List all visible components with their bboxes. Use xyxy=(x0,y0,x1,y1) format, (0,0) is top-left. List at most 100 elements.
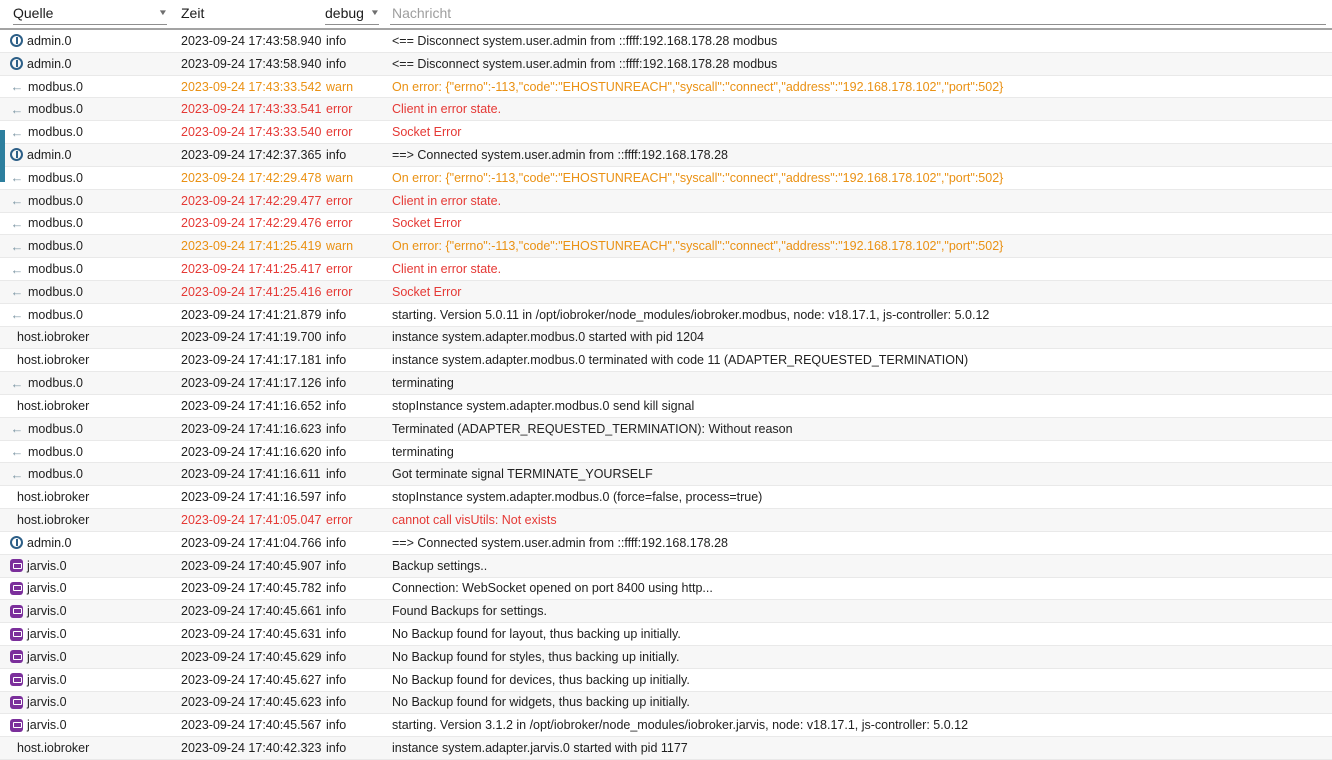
log-message: On error: {"errno":-113,"code":"EHOSTUNR… xyxy=(392,239,1004,254)
log-row[interactable]: jarvis.0 2023-09-24 17:40:45.661 info Found… xyxy=(0,600,1332,624)
log-row[interactable]: host.iobroker 2023-09-24 17:41:16.652 info… xyxy=(0,395,1332,418)
log-timestamp: 2023-09-24 17:41:25.419 xyxy=(181,239,322,254)
log-row[interactable]: host.iobroker 2023-09-24 17:40:42.323 info… xyxy=(0,737,1332,760)
log-timestamp: 2023-09-24 17:42:37.365 xyxy=(181,147,322,162)
modbus-adapter-icon: ← xyxy=(10,79,24,94)
log-severity: error xyxy=(326,284,353,299)
log-message: starting. Version 5.0.11 in /opt/iobroke… xyxy=(392,307,990,322)
log-severity: error xyxy=(326,216,353,231)
log-row[interactable]: ← modbus.0 2023-09-24 17:42:29.476 error Soc… xyxy=(0,212,1332,236)
log-row[interactable]: ← modbus.0 2023-09-24 17:41:16.623 info Term… xyxy=(0,417,1332,441)
log-source-cell: ← modbus.0 xyxy=(10,239,178,253)
log-row[interactable]: host.iobroker 2023-09-24 17:41:19.700 info… xyxy=(0,326,1332,350)
modbus-adapter-icon: ← xyxy=(10,216,24,231)
log-row[interactable]: ← modbus.0 2023-09-24 17:41:21.879 info star… xyxy=(0,303,1332,327)
log-row[interactable]: jarvis.0 2023-09-24 17:40:45.782 info Conne… xyxy=(0,577,1332,601)
log-message: stopInstance system.adapter.modbus.0 sen… xyxy=(392,398,695,413)
log-severity: error xyxy=(326,262,353,277)
modbus-adapter-icon: ← xyxy=(10,307,24,322)
log-source-label: modbus.0 xyxy=(28,284,83,299)
log-source-cell: host.iobroker xyxy=(10,490,178,504)
message-column-header: Nachricht xyxy=(390,5,1332,28)
log-row[interactable]: ← modbus.0 2023-09-24 17:41:25.417 error Cli… xyxy=(0,258,1332,281)
log-source-label: admin.0 xyxy=(27,535,72,550)
jarvis-adapter-icon xyxy=(10,695,23,709)
log-source-label: jarvis.0 xyxy=(27,581,67,596)
log-row[interactable]: ← modbus.0 2023-09-24 17:43:33.541 error Cli… xyxy=(0,98,1332,122)
log-row[interactable]: admin.0 2023-09-24 17:43:58.940 info <== Di… xyxy=(0,30,1332,53)
modbus-adapter-icon: ← xyxy=(10,102,24,117)
log-timestamp: 2023-09-24 17:41:16.623 xyxy=(181,421,322,436)
log-severity: info xyxy=(326,307,347,322)
log-message: terminating xyxy=(392,444,454,459)
log-row[interactable]: host.iobroker 2023-09-24 17:41:16.597 info… xyxy=(0,486,1332,510)
log-row[interactable]: host.iobroker 2023-09-24 17:41:17.181 info… xyxy=(0,349,1332,373)
log-timestamp: 2023-09-24 17:40:45.631 xyxy=(181,627,322,642)
log-row[interactable]: ← modbus.0 2023-09-24 17:41:17.126 info term… xyxy=(0,372,1332,395)
log-source-cell: jarvis.0 xyxy=(10,559,178,573)
log-severity: error xyxy=(326,102,353,117)
log-timestamp: 2023-09-24 17:43:58.940 xyxy=(181,56,322,71)
log-source-cell: ← modbus.0 xyxy=(10,376,178,390)
log-source-cell: ← modbus.0 xyxy=(10,171,178,185)
log-source-label: jarvis.0 xyxy=(27,627,67,642)
log-severity: info xyxy=(326,604,347,619)
log-row[interactable]: ← modbus.0 2023-09-24 17:41:16.620 info term… xyxy=(0,440,1332,464)
log-message: cannot call visUtils: Not exists xyxy=(392,512,557,527)
log-row[interactable]: jarvis.0 2023-09-24 17:40:45.623 info No Ba… xyxy=(0,691,1332,715)
log-row[interactable]: admin.0 2023-09-24 17:41:04.766 info ==> Co… xyxy=(0,531,1332,555)
log-row[interactable]: jarvis.0 2023-09-24 17:40:45.627 info No Ba… xyxy=(0,668,1332,692)
log-source-label: modbus.0 xyxy=(28,376,83,391)
log-severity: info xyxy=(326,741,347,756)
modbus-adapter-icon: ← xyxy=(10,193,24,208)
jarvis-adapter-icon xyxy=(10,559,23,573)
log-rows: admin.0 2023-09-24 17:43:58.940 info <== Di… xyxy=(0,30,1332,760)
log-row[interactable]: ← modbus.0 2023-09-24 17:43:33.540 error Soc… xyxy=(0,121,1332,145)
log-source-label: host.iobroker xyxy=(17,512,90,527)
modbus-adapter-icon: ← xyxy=(10,262,24,277)
log-row[interactable]: jarvis.0 2023-09-24 17:40:45.907 info Backu… xyxy=(0,554,1332,578)
log-row[interactable]: ← modbus.0 2023-09-24 17:42:29.478 warn On e… xyxy=(0,166,1332,190)
log-severity: error xyxy=(326,125,353,140)
log-severity: info xyxy=(326,718,347,733)
source-filter-select[interactable]: Quelle ▼ xyxy=(13,5,168,25)
log-timestamp: 2023-09-24 17:41:19.700 xyxy=(181,330,322,345)
log-source-label: modbus.0 xyxy=(28,307,83,322)
log-severity: warn xyxy=(326,239,354,254)
log-message: No Backup found for layout, thus backing… xyxy=(392,627,681,642)
log-source-cell: admin.0 xyxy=(10,34,178,48)
log-row[interactable]: ← modbus.0 2023-09-24 17:41:16.611 info Got … xyxy=(0,463,1332,487)
log-source-label: modbus.0 xyxy=(28,79,83,94)
log-row[interactable]: ← modbus.0 2023-09-24 17:41:25.419 warn On e… xyxy=(0,235,1332,259)
log-source-label: jarvis.0 xyxy=(27,604,67,619)
log-row[interactable]: jarvis.0 2023-09-24 17:40:45.629 info No Ba… xyxy=(0,645,1332,669)
log-severity: info xyxy=(326,649,347,664)
log-row[interactable]: ← modbus.0 2023-09-24 17:43:33.542 warn On e… xyxy=(0,75,1332,99)
log-row[interactable]: ← modbus.0 2023-09-24 17:41:25.416 error Soc… xyxy=(0,280,1332,304)
log-message: Found Backups for settings. xyxy=(392,604,547,619)
log-message: instance system.adapter.modbus.0 started… xyxy=(392,330,704,345)
log-row[interactable]: admin.0 2023-09-24 17:42:37.365 info ==> Co… xyxy=(0,144,1332,167)
log-source-label: modbus.0 xyxy=(28,102,83,117)
log-timestamp: 2023-09-24 17:41:25.416 xyxy=(181,284,322,299)
log-row[interactable]: admin.0 2023-09-24 17:43:58.940 info <== Di… xyxy=(0,52,1332,76)
log-source-cell: host.iobroker xyxy=(10,399,178,413)
log-source-cell: jarvis.0 xyxy=(10,673,178,687)
message-filter-input[interactable]: Nachricht xyxy=(390,5,1326,25)
log-row[interactable]: ← modbus.0 2023-09-24 17:42:29.477 error Cli… xyxy=(0,189,1332,213)
severity-filter-select[interactable]: debug ▼ xyxy=(325,5,380,25)
log-row[interactable]: jarvis.0 2023-09-24 17:40:45.631 info No Ba… xyxy=(0,623,1332,646)
log-timestamp: 2023-09-24 17:41:04.766 xyxy=(181,535,322,550)
jarvis-adapter-icon xyxy=(10,627,23,641)
log-row[interactable]: host.iobroker 2023-09-24 17:41:05.047 erro… xyxy=(0,509,1332,532)
log-timestamp: 2023-09-24 17:40:42.323 xyxy=(181,741,322,756)
log-source-cell: ← modbus.0 xyxy=(10,422,178,436)
log-filter-header: Quelle ▼ Zeit debug ▼ Nachricht xyxy=(0,0,1332,30)
log-message: On error: {"errno":-113,"code":"EHOSTUNR… xyxy=(392,79,1004,94)
log-message: Socket Error xyxy=(392,216,462,231)
log-source-cell: ← modbus.0 xyxy=(10,102,178,116)
log-severity: info xyxy=(326,535,347,550)
source-filter-label: Quelle xyxy=(13,5,54,21)
log-source-cell: host.iobroker xyxy=(10,513,178,527)
log-row[interactable]: jarvis.0 2023-09-24 17:40:45.567 info start… xyxy=(0,714,1332,738)
